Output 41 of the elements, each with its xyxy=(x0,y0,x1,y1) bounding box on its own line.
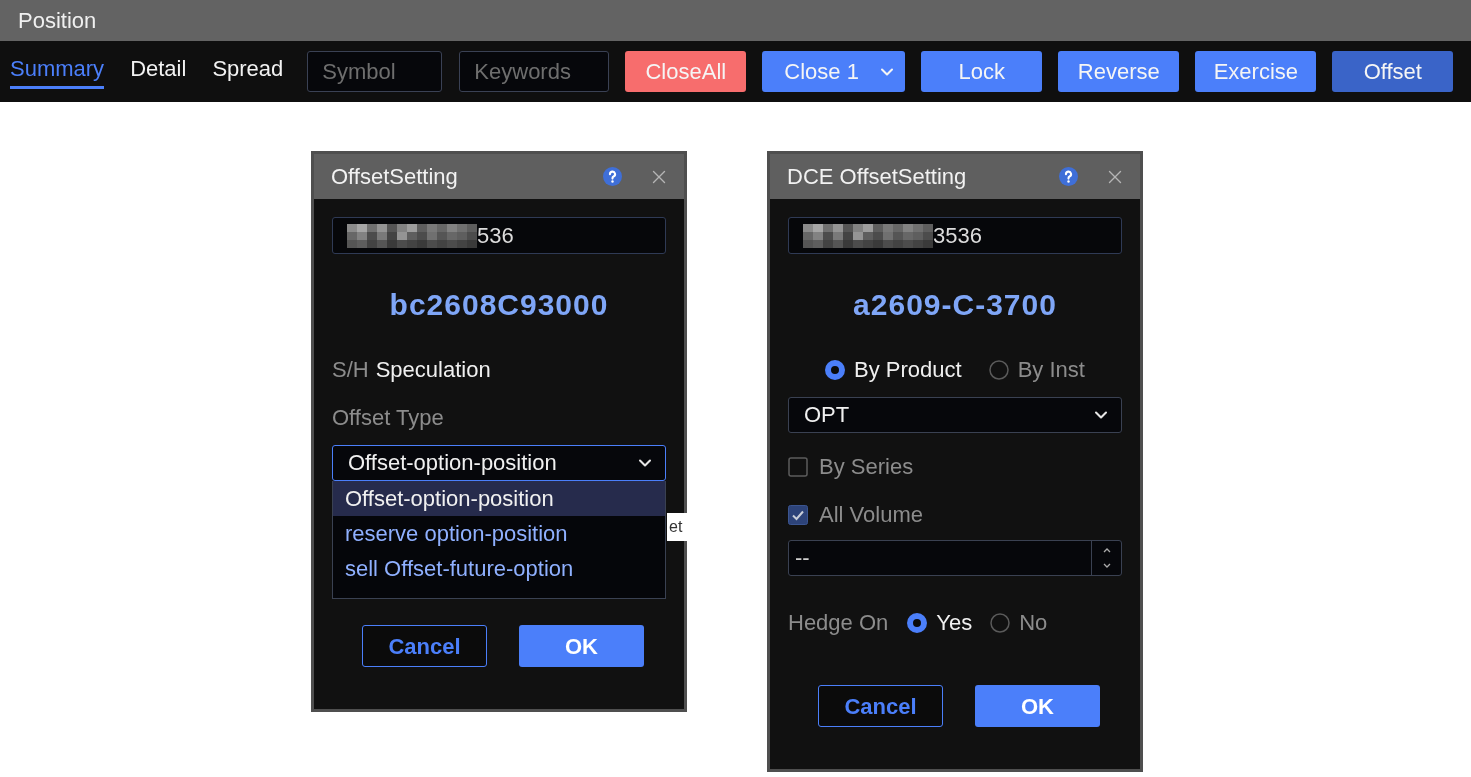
dropdown-option[interactable]: Offset-option-position xyxy=(333,481,665,516)
radio-option[interactable]: By Product xyxy=(825,355,962,385)
dropdown-option[interactable]: sell Offset-future-option xyxy=(333,551,665,586)
search-field[interactable]: Symbol xyxy=(307,51,443,92)
field-value: Speculation xyxy=(375,356,491,384)
ok-button[interactable]: OK xyxy=(975,685,1100,727)
radio-option[interactable]: By Inst xyxy=(988,355,1085,385)
checkbox-option[interactable]: By Series xyxy=(788,453,914,481)
search-field[interactable]: Keywords xyxy=(459,51,610,92)
select-field[interactable]: OPT xyxy=(788,397,1122,433)
help-icon[interactable] xyxy=(1059,167,1078,186)
cancel-button[interactable]: Cancel xyxy=(362,625,487,667)
tab[interactable]: Spread xyxy=(212,54,284,89)
instrument-symbol: a2609-C-3700 xyxy=(853,287,1057,323)
tab[interactable]: Summary xyxy=(10,54,105,89)
ok-button[interactable]: OK xyxy=(519,625,644,667)
help-icon[interactable] xyxy=(603,167,622,186)
cancel-button[interactable]: Cancel xyxy=(818,685,943,727)
spin-field[interactable]: -- xyxy=(788,540,1122,576)
checkbox-option[interactable]: All Volume xyxy=(788,501,923,529)
radio-option[interactable]: No xyxy=(990,608,1048,638)
toolbar-button[interactable]: Offset xyxy=(1332,51,1454,92)
instrument-symbol: bc2608C93000 xyxy=(389,287,609,323)
dialog-title: OffsetSetting xyxy=(331,162,458,191)
field-label: S/H xyxy=(332,356,369,384)
tab[interactable]: Detail xyxy=(130,54,187,89)
dropdown-option[interactable]: reserve option-position xyxy=(333,516,665,551)
toolbar-button[interactable]: Exercise xyxy=(1195,51,1317,92)
select-field[interactable]: Offset-option-position xyxy=(332,445,666,481)
account-field[interactable]: 536 xyxy=(332,217,666,254)
toolbar-button[interactable]: Lock xyxy=(921,51,1043,92)
account-field[interactable]: 3536 xyxy=(788,217,1122,254)
toolbar-button[interactable]: Reverse xyxy=(1058,51,1180,92)
field-label: Hedge On xyxy=(788,609,889,637)
split-button[interactable]: Close 1 xyxy=(762,51,906,92)
stepper-icon[interactable] xyxy=(1101,546,1112,570)
dialog-title: DCE OffsetSetting xyxy=(787,162,967,191)
field-label: Offset Type xyxy=(332,404,444,432)
tooltip: et xyxy=(667,513,689,541)
window-title: Position xyxy=(18,6,97,35)
radio-option[interactable]: Yes xyxy=(907,608,973,638)
